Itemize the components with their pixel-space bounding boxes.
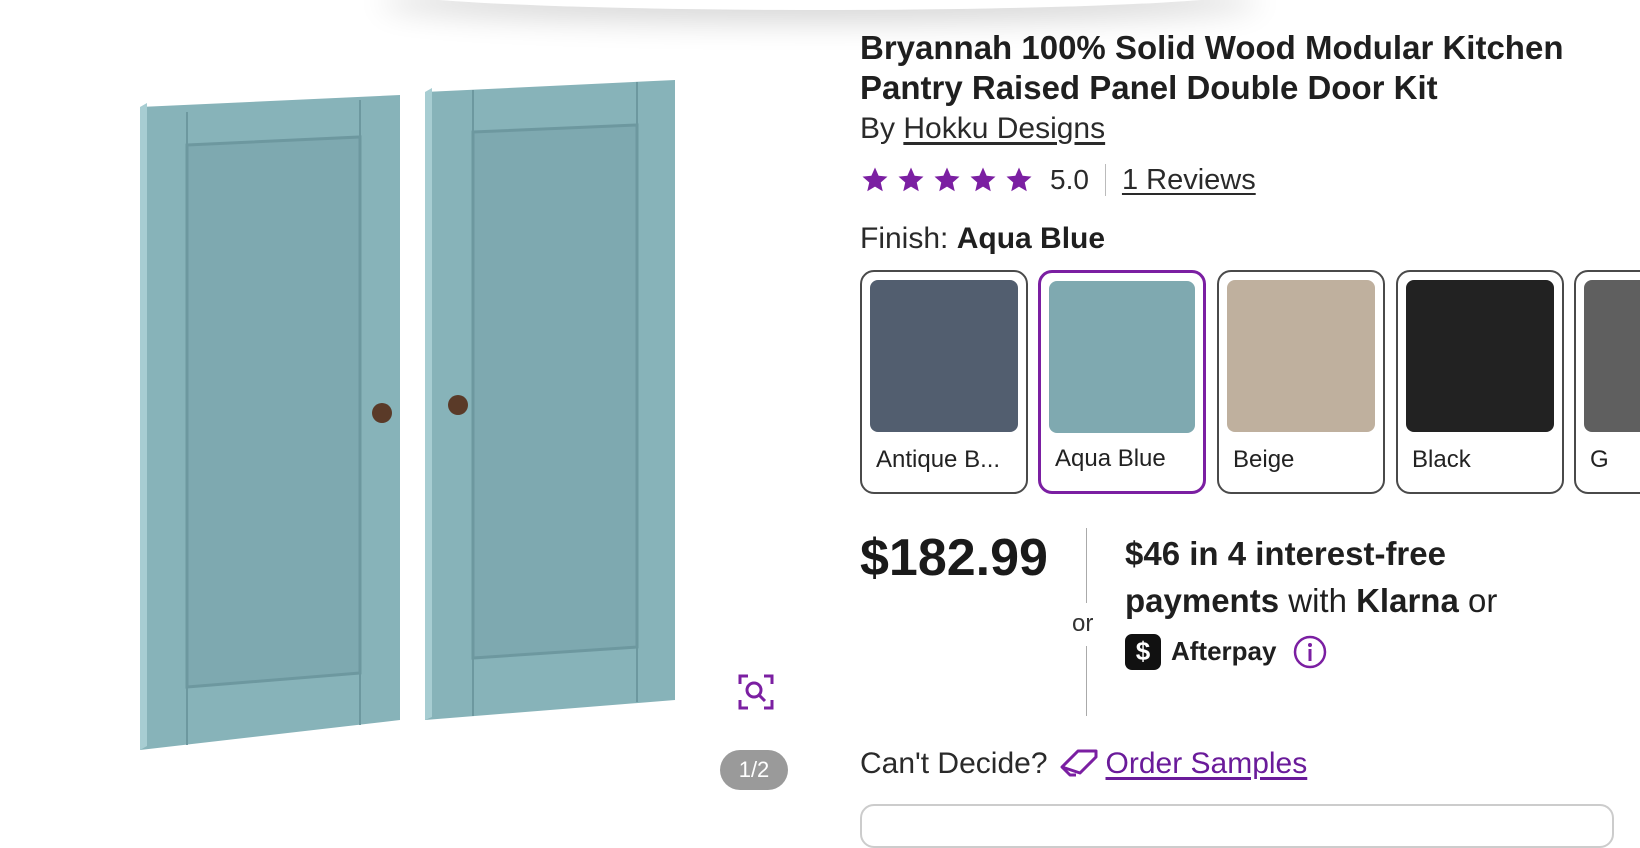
price-block: $182.99 or $46 in 4 interest-free paymen… <box>860 528 1640 728</box>
finish-selected: Aqua Blue <box>956 222 1106 255</box>
swatch-label: Antique B... <box>876 446 1001 473</box>
or-label: or <box>1072 610 1094 637</box>
product-image <box>140 80 675 750</box>
star-rating <box>860 165 1034 195</box>
swatch-label: G <box>1590 446 1609 473</box>
samples-row: Can't Decide? Order Samples <box>860 743 1307 785</box>
rating-divider <box>1104 164 1106 196</box>
finish-swatch[interactable]: Antique B... <box>860 270 1028 494</box>
or-text: or <box>1458 582 1498 619</box>
cant-decide-text: Can't Decide? <box>860 747 1048 780</box>
price: $182.99 <box>860 529 1048 587</box>
byline: By Hokku Designs <box>860 112 1640 146</box>
swatch-color-chip <box>1406 280 1554 432</box>
rating-row: 5.0 1 Reviews <box>860 160 1640 200</box>
finish-swatch[interactable]: Black <box>1396 270 1564 494</box>
star-icon <box>1006 167 1032 192</box>
finish-label: Finish: Aqua Blue <box>860 222 1640 256</box>
with-text: with <box>1279 582 1357 619</box>
zoom-icon <box>738 674 774 710</box>
by-prefix: By <box>860 112 896 145</box>
finish-swatch[interactable]: G <box>1574 270 1640 494</box>
swatch-color-chip <box>1049 281 1195 433</box>
afterpay-row: $ Afterpay <box>1125 628 1625 675</box>
installment-text: in 4 interest-free <box>1180 535 1446 572</box>
info-icon[interactable] <box>1292 634 1328 670</box>
swatch-color-chip <box>1584 280 1640 432</box>
star-icon <box>862 167 888 192</box>
star-icon <box>898 167 924 192</box>
finish-swatch[interactable]: Beige <box>1217 270 1385 494</box>
product-info: Bryannah 100% Solid Wood Modular Kitchen… <box>860 28 1640 780</box>
swatch-label: Beige <box>1233 446 1295 473</box>
installment-amount: $46 <box>1125 535 1181 572</box>
or-separator: or <box>1072 528 1102 718</box>
afterpay-icon: $ <box>1125 633 1161 670</box>
next-section-card <box>860 804 1614 848</box>
swatch-label: Aqua Blue <box>1055 445 1166 472</box>
order-samples-link[interactable]: Order Samples <box>1106 747 1308 781</box>
finish-swatches: Antique B... Aqua Blue Beige Black G <box>860 270 1640 500</box>
product-title-line2: Pantry Raised Panel Double Door Kit <box>860 69 1438 106</box>
swatch-label: Black <box>1412 446 1471 473</box>
product-gallery: 1/2 <box>0 0 810 819</box>
rating-value: 5.0 <box>1050 164 1089 195</box>
finish-label-text: Finish: <box>860 222 949 255</box>
swatch-color-chip <box>1227 280 1375 432</box>
zoom-button[interactable] <box>734 670 778 714</box>
product-title: Bryannah 100% Solid Wood Modular Kitchen… <box>860 28 1600 108</box>
brand-link[interactable]: Hokku Designs <box>903 112 1105 145</box>
swatch-color-chip <box>870 280 1018 432</box>
afterpay-label: Afterpay <box>1171 636 1277 666</box>
star-icon <box>934 167 960 192</box>
product-title-line1: Bryannah 100% Solid Wood Modular Kitchen <box>860 29 1564 66</box>
tag-icon <box>1060 749 1097 777</box>
klarna-logo: Klarna <box>1356 582 1459 619</box>
finish-swatch[interactable]: Aqua Blue <box>1038 270 1206 494</box>
reviews-link[interactable]: 1 Reviews <box>1122 164 1256 197</box>
payments-word: payments <box>1125 582 1280 619</box>
star-icon <box>970 167 996 192</box>
image-pager: 1/2 <box>720 750 788 790</box>
financing-info: $46 in 4 interest-free payments with Kla… <box>1125 530 1625 675</box>
